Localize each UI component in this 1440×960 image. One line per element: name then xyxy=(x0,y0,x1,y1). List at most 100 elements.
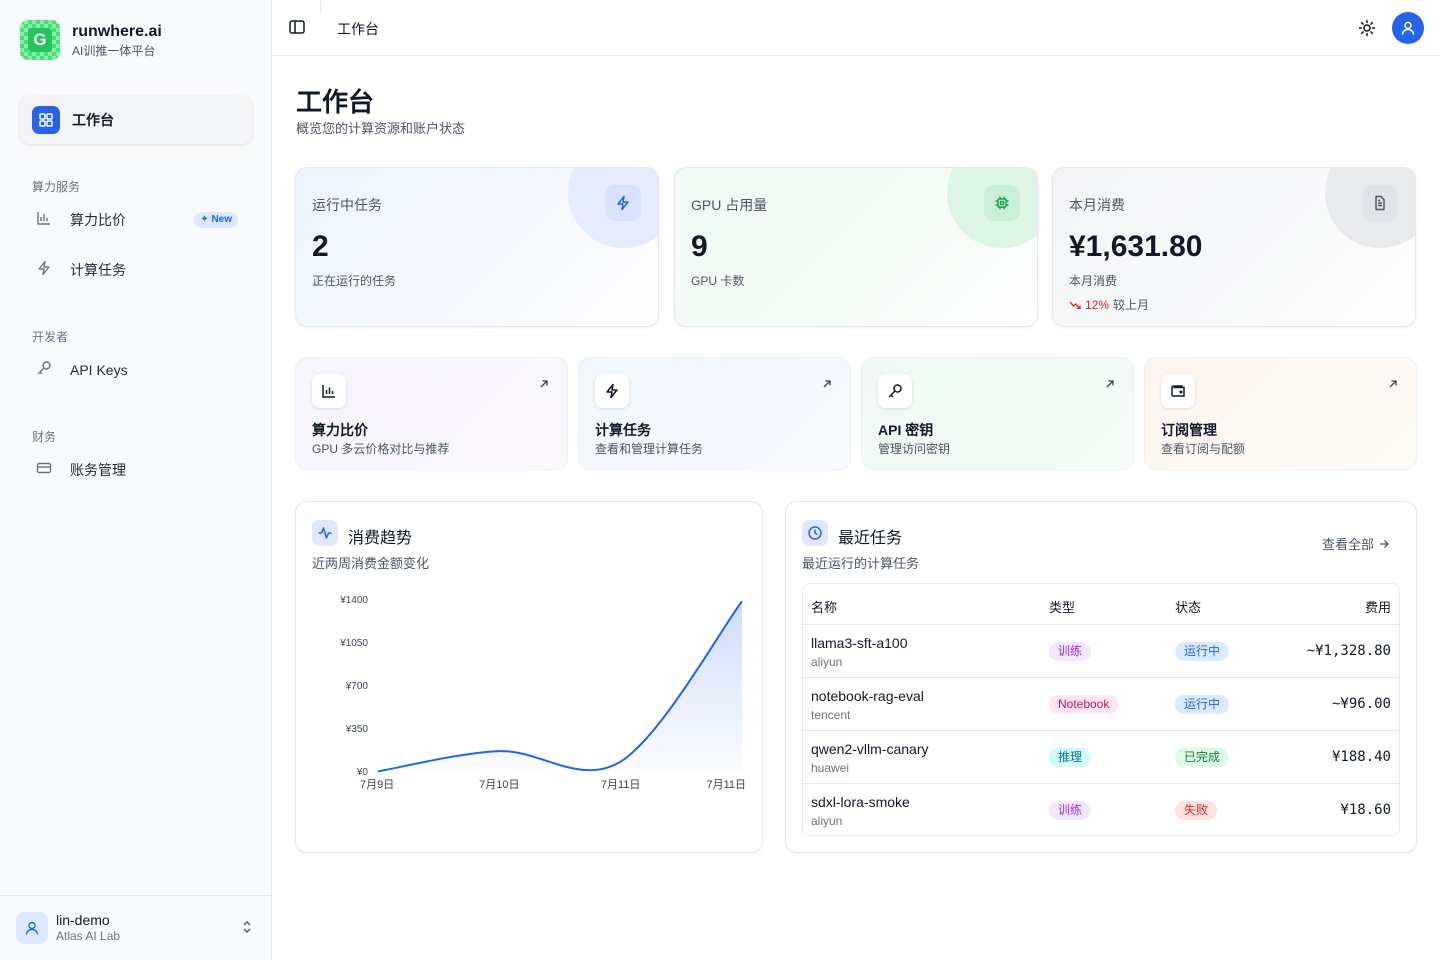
trend-label: 较上月 xyxy=(1113,298,1150,312)
lightning-icon xyxy=(595,374,629,408)
arrow-right-icon xyxy=(1380,539,1389,548)
y-tick-label: ¥1050 xyxy=(339,638,368,649)
stat-sub: 本月消费 xyxy=(1069,274,1118,288)
bar-chart-icon xyxy=(312,374,346,408)
stat-card-running-tasks: 运行中任务 2 正在运行的任务 xyxy=(295,167,659,327)
stat-card-gpu-usage: GPU 占用量 9 GPU 卡数 xyxy=(674,167,1038,327)
sidebar-item-billing[interactable]: 账务管理 xyxy=(20,450,252,490)
series-area xyxy=(378,601,742,772)
user-name: lin-demo xyxy=(56,912,110,928)
credit-card-icon xyxy=(36,460,52,481)
sidebar-toggle-icon[interactable] xyxy=(288,18,306,41)
wallet-icon xyxy=(1161,374,1195,408)
type-badge: 训练 xyxy=(1049,642,1092,661)
quick-action-subtitle: 查看订阅与配额 xyxy=(1161,442,1246,456)
y-tick-label: ¥350 xyxy=(345,724,369,735)
table-row[interactable]: notebook-rag-eval tencent Notebook 运行中 ~… xyxy=(803,678,1399,731)
task-name: llama3-sft-a100 xyxy=(811,635,908,651)
brand[interactable]: G runwhere.ai AI训推一体平台 xyxy=(20,20,162,60)
type-badge: 推理 xyxy=(1049,748,1092,767)
topbar: 工作台 xyxy=(272,0,1440,56)
table-row[interactable]: qwen2-vllm-canary huawei 推理 已完成 ¥188.40 xyxy=(803,731,1399,784)
brand-logo: G xyxy=(20,20,60,60)
arrow-up-right-icon xyxy=(822,376,832,394)
avatar[interactable] xyxy=(1392,12,1424,44)
sidebar-item-label: 工作台 xyxy=(72,112,114,128)
quick-action-subscriptions[interactable]: 订阅管理 查看订阅与配额 xyxy=(1144,357,1417,470)
stat-label: 本月消费 xyxy=(1069,197,1125,213)
task-provider: tencent xyxy=(811,708,851,722)
x-tick-label: 7月10日 xyxy=(479,779,519,791)
task-provider: huawei xyxy=(811,761,850,775)
stat-label: GPU 占用量 xyxy=(691,197,768,213)
sidebar-item-label: API Keys xyxy=(70,362,128,378)
key-icon xyxy=(36,360,52,381)
sidebar-section-title: 财务 xyxy=(32,430,57,444)
user-avatar xyxy=(16,912,48,944)
card-subtitle: 最近运行的计算任务 xyxy=(802,556,920,571)
y-tick-label: ¥700 xyxy=(345,681,369,692)
user-org: Atlas AI Lab xyxy=(56,929,121,943)
sidebar-item-dashboard[interactable]: 工作台 xyxy=(20,96,252,144)
document-icon xyxy=(1362,185,1398,221)
sun-icon[interactable] xyxy=(1358,19,1376,42)
task-name: sdxl-lora-smoke xyxy=(811,794,910,810)
quick-action-title: 订阅管理 xyxy=(1161,422,1217,438)
topbar-divider xyxy=(320,0,321,14)
grid-icon xyxy=(32,106,60,134)
card-title: 最近任务 xyxy=(838,530,903,547)
column-header-type: 类型 xyxy=(1049,600,1076,615)
x-tick-label: 7月9日 xyxy=(360,779,394,791)
user-menu[interactable]: lin-demo Atlas AI Lab xyxy=(0,895,271,960)
status-badge: 运行中 xyxy=(1175,642,1230,661)
task-cost: ¥188.40 xyxy=(1331,749,1391,765)
quick-action-subtitle: 查看和管理计算任务 xyxy=(595,442,704,456)
task-name: qwen2-vllm-canary xyxy=(811,741,929,757)
stat-value: 9 xyxy=(691,230,708,263)
type-badge: Notebook xyxy=(1049,695,1119,714)
page-subtitle: 概览您的计算资源和账户状态 xyxy=(296,121,466,136)
quick-action-title: 算力比价 xyxy=(312,422,368,438)
task-provider: aliyun xyxy=(811,814,843,828)
view-all-link[interactable]: 查看全部 xyxy=(1322,534,1390,553)
sidebar-item-api-keys[interactable]: API Keys xyxy=(20,350,252,390)
chip-icon xyxy=(984,185,1020,221)
quick-action-title: 计算任务 xyxy=(595,422,651,438)
sidebar-item-label: 算力比价 xyxy=(70,212,126,228)
arrow-up-right-icon xyxy=(539,376,549,394)
task-cost: ¥18.60 xyxy=(1340,802,1391,818)
sidebar-item-label: 计算任务 xyxy=(70,262,126,278)
quick-action-title: API 密钥 xyxy=(878,422,934,438)
y-tick-label: ¥1400 xyxy=(339,595,368,606)
stat-trend: 12% 较上月 xyxy=(1069,296,1149,313)
status-badge: 失败 xyxy=(1175,801,1218,820)
stat-value: ¥1,631.80 xyxy=(1069,230,1203,263)
quick-action-api-keys[interactable]: API 密钥 管理访问密钥 xyxy=(861,357,1134,470)
trend-value: 12% xyxy=(1085,297,1110,312)
task-provider: aliyun xyxy=(811,655,843,669)
status-badge: 运行中 xyxy=(1175,695,1230,714)
sidebar-item-price-compare[interactable]: 算力比价 ✦ New xyxy=(20,200,252,240)
page-title: 工作台 xyxy=(296,87,375,117)
column-header-cost: 费用 xyxy=(1364,600,1391,615)
breadcrumb: 工作台 xyxy=(337,21,379,37)
stat-card-monthly-spend: 本月消费 ¥1,631.80 本月消费 12% 较上月 xyxy=(1052,167,1416,327)
x-tick-label: 7月11日 xyxy=(706,779,746,791)
key-icon xyxy=(878,374,912,408)
table-row[interactable]: sdxl-lora-smoke aliyun 训练 失败 ¥18.60 xyxy=(803,784,1399,835)
table-row[interactable]: llama3-sft-a100 aliyun 训练 运行中 ~¥1,328.80 xyxy=(803,625,1399,678)
brand-logo-letter: G xyxy=(28,28,52,52)
stat-sub: 正在运行的任务 xyxy=(312,274,397,288)
trend-down-icon xyxy=(1069,301,1081,309)
spend-trend-card: 消费趋势 近两周消费金额变化 ¥0 ¥350 ¥700 ¥1050 ¥1400 7月9日 7… xyxy=(295,501,763,853)
quick-action-compute-tasks[interactable]: 计算任务 查看和管理计算任务 xyxy=(578,357,851,470)
new-badge: ✦ New xyxy=(194,212,238,228)
recent-tasks-table: 名称 类型 状态 费用 llama3-sft-a100 aliyun 训练 运行… xyxy=(802,583,1400,836)
chevron-up-down-icon[interactable] xyxy=(241,920,253,939)
stat-sub: GPU 卡数 xyxy=(691,274,745,288)
status-badge: 已完成 xyxy=(1175,748,1230,767)
quick-action-price-compare[interactable]: 算力比价 GPU 多云价格对比与推荐 xyxy=(295,357,568,470)
sidebar-item-compute-tasks[interactable]: 计算任务 xyxy=(20,250,252,290)
arrow-up-right-icon xyxy=(1105,376,1115,394)
user-icon xyxy=(25,921,39,935)
